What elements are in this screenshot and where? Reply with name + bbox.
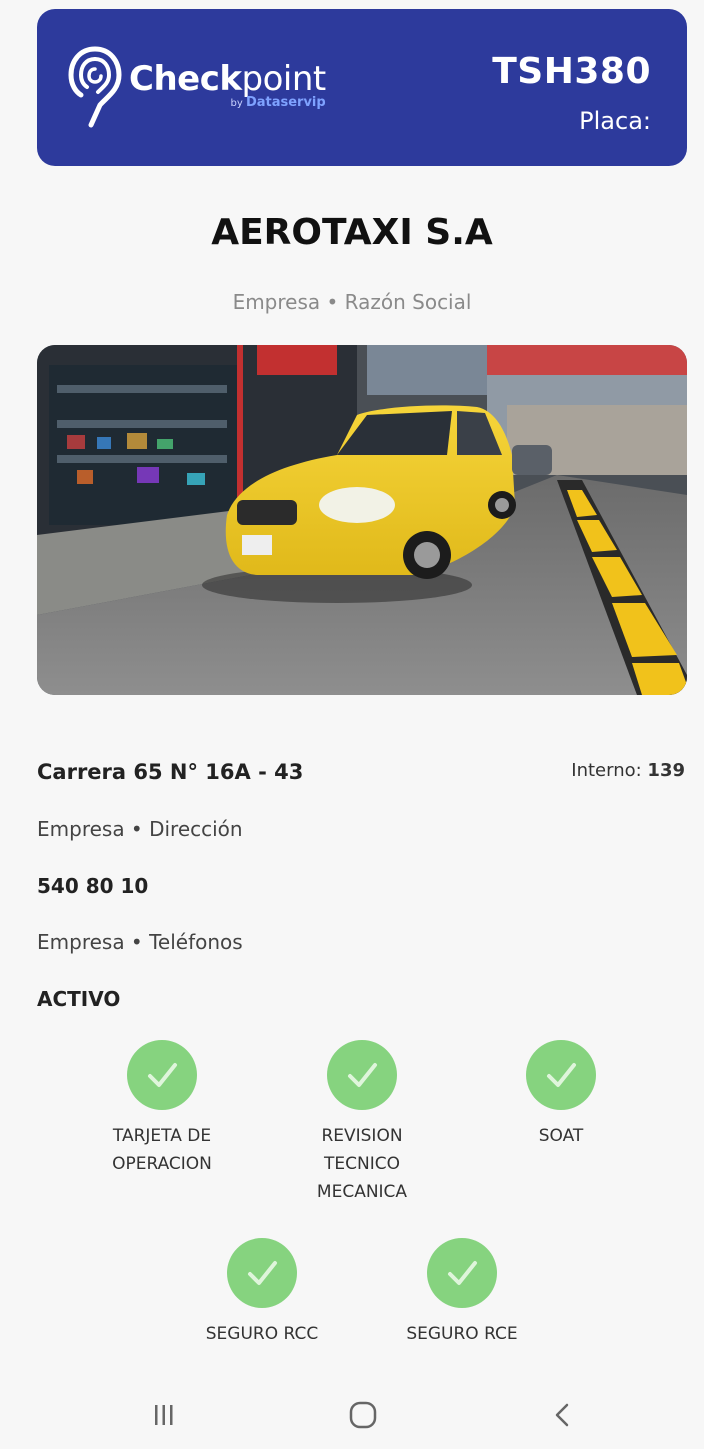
doc-revision-tecnico-mecanica: REVISION TECNICO MECANICA [282, 1040, 442, 1206]
check-icon [327, 1040, 397, 1110]
doc-seguro-rce: SEGURO RCE [382, 1238, 542, 1348]
doc-tarjeta-operacion: TARJETA DE OPERACION [82, 1040, 242, 1178]
company-name: AEROTAXI S.A [211, 212, 493, 253]
company-address: Carrera 65 N° 16A - 43 [37, 760, 304, 784]
company-phone: 540 80 10 [37, 874, 149, 898]
logo-brand: Dataservip [245, 95, 326, 110]
back-icon[interactable] [533, 1385, 593, 1445]
doc-label-line1: SOAT [538, 1126, 584, 1146]
app-header: Checkpoint by Dataservip TSH380 Placa: [37, 9, 687, 166]
logo-by: by [230, 98, 243, 109]
doc-label-line2: TECNICO [324, 1154, 400, 1174]
plate-label: Placa: [579, 107, 651, 135]
doc-label-line1: REVISION [321, 1126, 403, 1146]
doc-seguro-rcc: SEGURO RCC [182, 1238, 342, 1348]
doc-label-line1: TARJETA DE [112, 1126, 212, 1146]
logo-word-light: point [241, 59, 326, 99]
system-navigation-bar [0, 1385, 704, 1449]
status-text: ACTIVO [37, 987, 121, 1011]
interno-number: Interno: 139 [571, 760, 685, 781]
vehicle-photo [37, 345, 687, 695]
check-icon [427, 1238, 497, 1308]
company-subtitle: Empresa • Razón Social [232, 290, 472, 314]
check-icon [526, 1040, 596, 1110]
doc-soat: SOAT [481, 1040, 641, 1150]
doc-label-line1: SEGURO RCE [406, 1324, 518, 1344]
check-icon [127, 1040, 197, 1110]
doc-label-line1: SEGURO RCC [205, 1324, 319, 1344]
home-icon[interactable] [333, 1385, 393, 1445]
checkpoint-logo: Checkpoint by Dataservip [67, 45, 326, 131]
address-label: Empresa • Dirección [37, 817, 243, 841]
doc-label-line3: MECANICA [316, 1182, 408, 1202]
vehicle-photo-illustration [37, 345, 687, 695]
doc-label-line2: OPERACION [112, 1154, 212, 1174]
interno-label: Interno: [571, 760, 642, 781]
check-icon [227, 1238, 297, 1308]
phone-label: Empresa • Teléfonos [37, 930, 243, 954]
logo-word-bold: Check [129, 59, 242, 99]
checkpoint-logo-icon [68, 46, 122, 128]
plate-number: TSH380 [492, 51, 651, 92]
recent-apps-icon[interactable] [134, 1385, 194, 1445]
interno-value: 139 [647, 760, 685, 781]
